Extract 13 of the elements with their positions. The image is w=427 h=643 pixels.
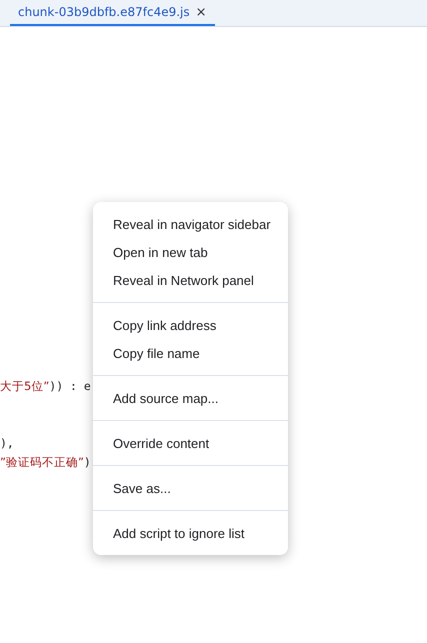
menu-item[interactable]: Open in new tab (93, 238, 288, 266)
menu-item[interactable]: Add script to ignore list (93, 519, 288, 547)
menu-item[interactable]: Reveal in navigator sidebar (93, 210, 288, 238)
close-icon[interactable]: × (196, 4, 207, 20)
menu-item[interactable]: Override content (93, 429, 288, 457)
menu-item[interactable]: Save as... (93, 474, 288, 502)
menu-item[interactable]: Copy file name (93, 339, 288, 367)
menu-item[interactable]: Copy link address (93, 311, 288, 339)
menu-item[interactable]: Reveal in Network panel (93, 266, 288, 294)
code-line: ), (0, 435, 14, 452)
code-line: 大于5位”)) : e (0, 378, 91, 395)
code-line: ”验证码不正确”) (0, 454, 91, 471)
menu-item[interactable]: Add source map... (93, 384, 288, 412)
